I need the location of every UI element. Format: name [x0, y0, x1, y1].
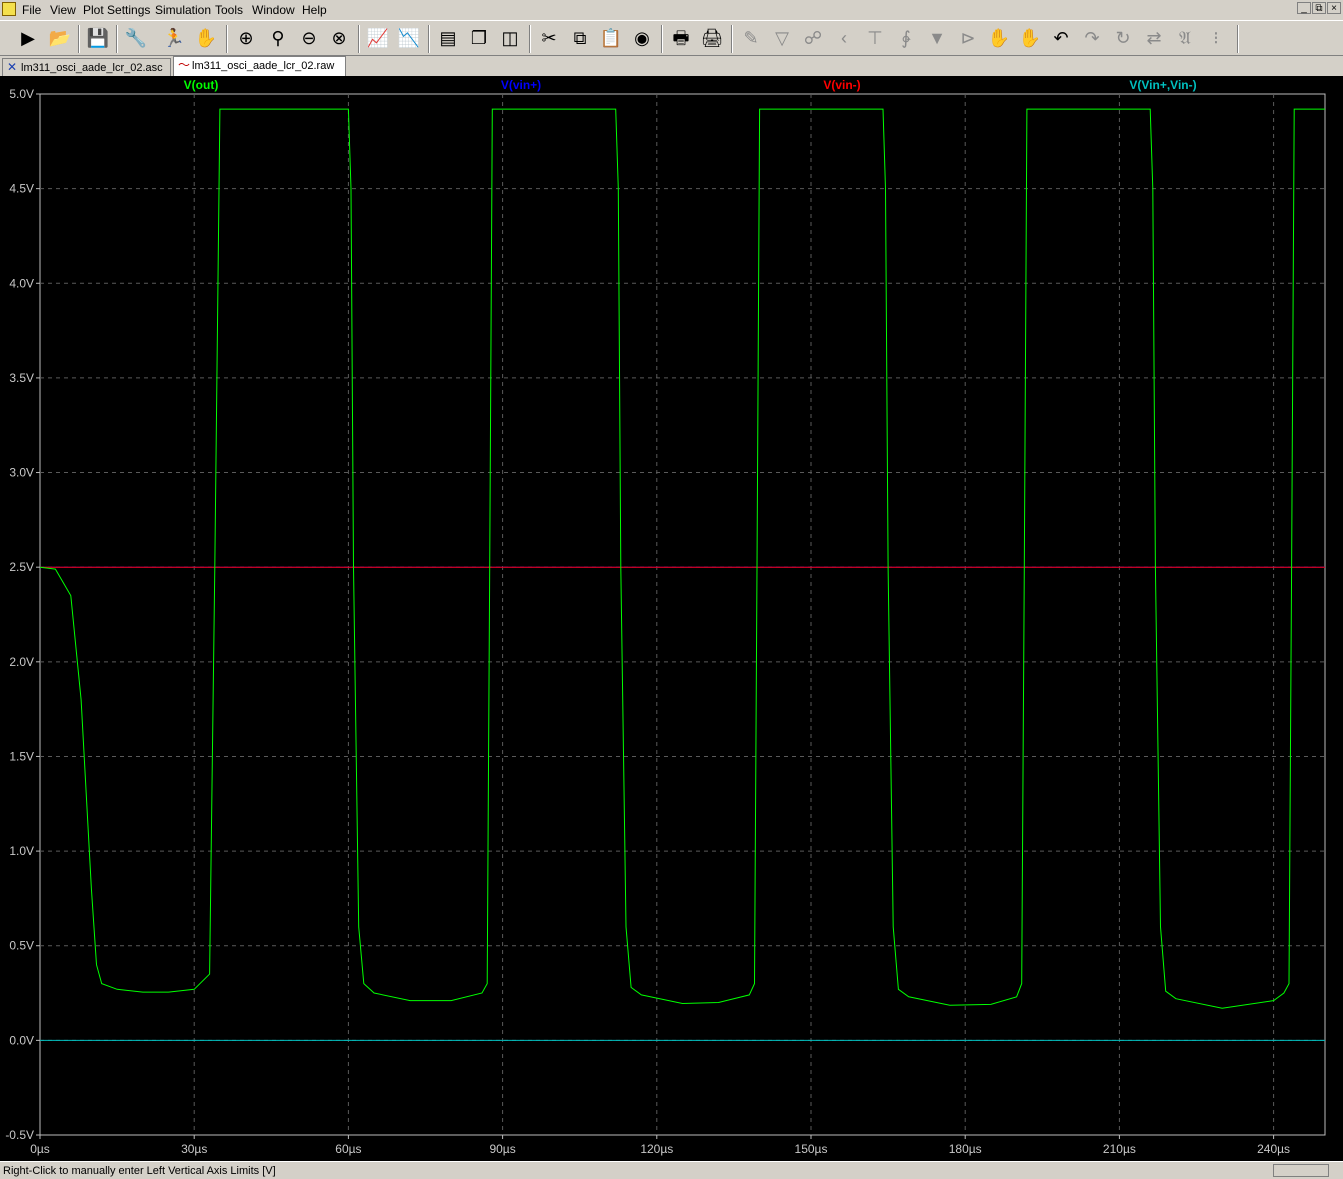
capacitor-icon[interactable]: ⊤: [863, 26, 887, 50]
open-icon[interactable]: 📂: [48, 26, 72, 50]
y-tick-label: 0.5V: [9, 939, 34, 953]
menu-window[interactable]: Window: [252, 3, 295, 17]
toolbar: ▶ 📂 💾 🔧 🏃 ✋ ⊕ ⚲ ⊖ ⊗ 📈 📉 ▤ ❐ ◫ ✂ ⧉ 📋 ◉ 🖶 …: [0, 20, 1343, 56]
legend-label[interactable]: V(Vin+,Vin-): [1129, 78, 1196, 92]
cascade-icon[interactable]: ❐: [467, 26, 491, 50]
diode-icon[interactable]: ▼: [925, 26, 949, 50]
status-text: Right-Click to manually enter Left Verti…: [3, 1165, 276, 1177]
print-preview-icon[interactable]: 🖶: [669, 26, 693, 50]
x-tick-label: 150µs: [795, 1142, 828, 1156]
zoom-cancel-icon[interactable]: ⊗: [327, 26, 351, 50]
series-line-v-out-: [39, 108, 1325, 1009]
y-tick-label: 4.0V: [9, 276, 34, 290]
legend-label[interactable]: V(vin+): [501, 78, 541, 92]
toolbar-separator: [1237, 25, 1239, 53]
status-bar: Right-Click to manually enter Left Verti…: [0, 1161, 1343, 1179]
menu-help[interactable]: Help: [302, 3, 327, 17]
tab-waveform[interactable]: 〜 lm311_osci_aade_lcr_02.raw: [173, 56, 346, 76]
toolbar-separator: [731, 25, 733, 53]
menu-file[interactable]: File: [22, 3, 41, 17]
y-tick-label: 5.0V: [9, 87, 34, 101]
x-tick-label: 120µs: [640, 1142, 673, 1156]
copy-icon[interactable]: ⧉: [568, 26, 592, 50]
close-button[interactable]: ×: [1327, 2, 1341, 14]
toolbar-separator: [428, 25, 430, 53]
zoom-out-icon[interactable]: ⊖: [297, 26, 321, 50]
label-icon[interactable]: ☍: [801, 26, 825, 50]
toolbar-separator: [661, 25, 663, 53]
toolbar-separator: [78, 25, 80, 53]
legend-label[interactable]: V(out): [184, 78, 219, 92]
y-tick-label: 3.5V: [9, 371, 34, 385]
move-icon[interactable]: ✋: [987, 26, 1011, 50]
toolbar-separator: [529, 25, 531, 53]
waveform-icon: 〜: [178, 58, 191, 72]
drag-icon[interactable]: ✋: [1018, 26, 1042, 50]
document-tabs: ✕ lm311_osci_aade_lcr_02.asc 〜 lm311_osci_…: [0, 56, 1343, 76]
app-icon[interactable]: [2, 2, 16, 16]
control-panel-icon[interactable]: 🔧: [124, 26, 148, 50]
y-tick-label: 2.0V: [9, 655, 34, 669]
x-tick-label: 90µs: [489, 1142, 515, 1156]
find-icon[interactable]: ◉: [630, 26, 654, 50]
legend-label[interactable]: V(vin-): [823, 78, 860, 92]
tab-schematic[interactable]: ✕ lm311_osci_aade_lcr_02.asc: [2, 58, 171, 76]
waveform-plot[interactable]: -0.5V 0.0V 0.5V 1.0V 1.5V 2.0V 2.5V 3.0V 3.5V 4.0…: [0, 76, 1343, 1161]
inductor-icon[interactable]: ∳: [894, 26, 918, 50]
save-icon[interactable]: 💾: [86, 26, 110, 50]
x-tick-label: 210µs: [1103, 1142, 1136, 1156]
tab-label: lm311_osci_aade_lcr_02.asc: [21, 62, 163, 74]
component-icon[interactable]: ⊳: [956, 26, 980, 50]
schematic-icon: ✕: [7, 60, 18, 74]
toolbar-separator: [226, 25, 228, 53]
paste-icon[interactable]: 📋: [599, 26, 623, 50]
rotate-icon[interactable]: ↻: [1111, 26, 1135, 50]
y-tick-label: -0.5V: [5, 1128, 34, 1142]
x-tick-label: 180µs: [949, 1142, 982, 1156]
tab-label: lm311_osci_aade_lcr_02.raw: [192, 60, 335, 72]
y-tick-label: 4.5V: [9, 182, 34, 196]
redo-icon[interactable]: ↷: [1080, 26, 1104, 50]
y-tick-label: 2.5V: [9, 560, 34, 574]
x-tick-label: 240µs: [1257, 1142, 1290, 1156]
menu-simulation[interactable]: Simulation: [155, 3, 211, 17]
cut-icon[interactable]: ✂: [537, 26, 561, 50]
ground-icon[interactable]: ▽: [770, 26, 794, 50]
spice-directive-icon[interactable]: ⁝: [1204, 26, 1228, 50]
minimize-button[interactable]: _: [1297, 2, 1311, 14]
y-tick-label: 1.5V: [9, 749, 34, 763]
restore-button[interactable]: ⧉: [1312, 2, 1326, 14]
autorange-icon[interactable]: 📈: [366, 26, 390, 50]
menu-view[interactable]: View: [50, 3, 76, 17]
tile-horizontal-icon[interactable]: ▤: [436, 26, 460, 50]
menu-bar: File View Plot Settings Simulation Tools…: [0, 0, 1343, 20]
undo-icon[interactable]: ↶: [1049, 26, 1073, 50]
zoom-area-icon[interactable]: ⚲: [266, 26, 290, 50]
menu-tools[interactable]: Tools: [215, 3, 243, 17]
y-tick-label: 1.0V: [9, 844, 34, 858]
fft-icon[interactable]: 📉: [397, 26, 421, 50]
x-tick-label: 60µs: [335, 1142, 361, 1156]
x-tick-label: 0µs: [30, 1142, 50, 1156]
toolbar-separator: [116, 25, 118, 53]
menu-plot-settings[interactable]: Plot Settings: [83, 3, 150, 17]
resistor-icon[interactable]: ‹: [832, 26, 856, 50]
wire-icon[interactable]: ✎: [739, 26, 763, 50]
print-icon[interactable]: 🖨: [700, 26, 724, 50]
mdi-window-controls: _ ⧉ ×: [1296, 2, 1341, 14]
run-icon[interactable]: ▶: [16, 26, 40, 50]
y-tick-label: 3.0V: [9, 466, 34, 480]
x-tick-label: 30µs: [181, 1142, 207, 1156]
tile-vertical-icon[interactable]: ◫: [498, 26, 522, 50]
plot-canvas[interactable]: -0.5V 0.0V 0.5V 1.0V 1.5V 2.0V 2.5V 3.0V 3.5V 4.0…: [0, 76, 1343, 1161]
status-panel: [1273, 1164, 1329, 1177]
halt-icon[interactable]: 🏃: [162, 26, 186, 50]
y-tick-label: 0.0V: [9, 1033, 34, 1047]
plot-frame: [39, 93, 1326, 1136]
mirror-icon[interactable]: ⇄: [1142, 26, 1166, 50]
text-icon[interactable]: 𝔄: [1173, 26, 1197, 50]
pan-hand-icon[interactable]: ✋: [194, 26, 218, 50]
toolbar-separator: [358, 25, 360, 53]
zoom-in-icon[interactable]: ⊕: [234, 26, 258, 50]
